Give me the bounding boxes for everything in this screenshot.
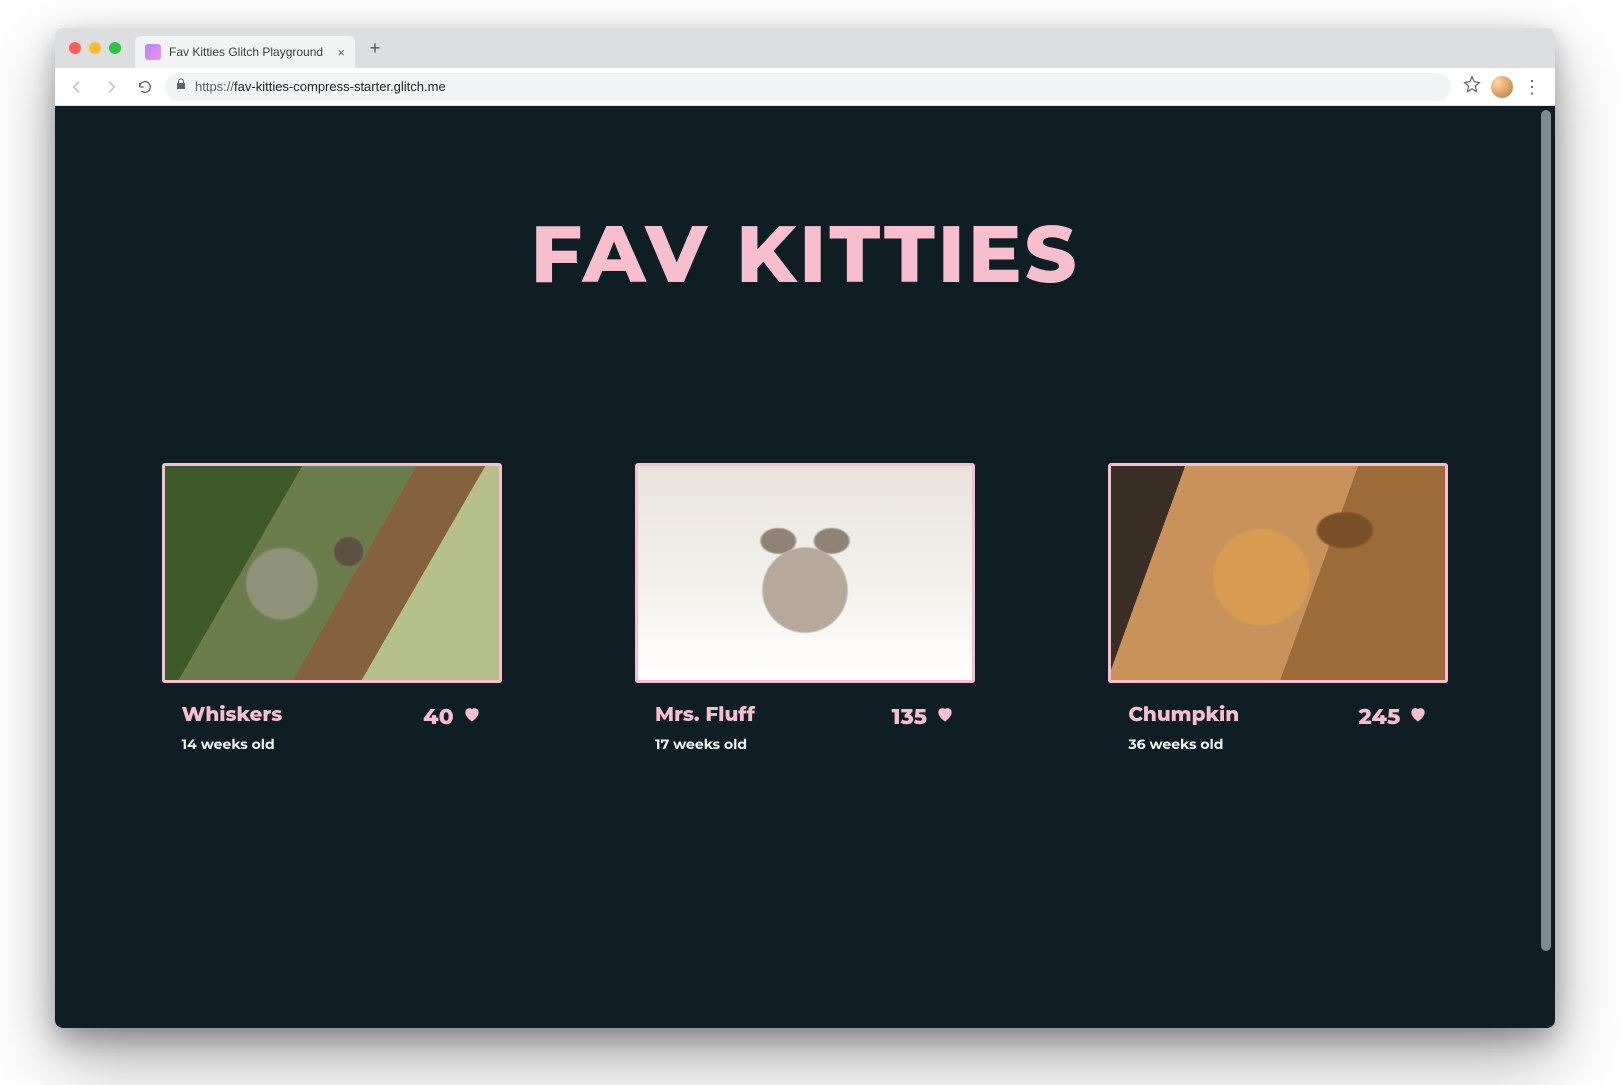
cat-likes[interactable]: 135	[892, 703, 955, 730]
cat-name: Chumpkin	[1128, 703, 1239, 727]
cat-card-footer: Chumpkin 36 weeks old 245	[1108, 703, 1448, 753]
window-maximize-button[interactable]	[109, 42, 121, 54]
heart-icon	[935, 703, 955, 730]
page-viewport: FAV KITTIES Whiskers 14 weeks old 40	[55, 106, 1555, 1028]
arrow-left-icon	[69, 79, 85, 95]
likes-count: 135	[892, 703, 927, 730]
forward-button[interactable]	[97, 73, 125, 101]
window-minimize-button[interactable]	[89, 42, 101, 54]
page-title: FAV KITTIES	[95, 206, 1515, 303]
cat-image	[635, 463, 975, 683]
address-bar[interactable]: https://fav-kitties-compress-starter.gli…	[165, 73, 1451, 101]
cat-image	[162, 463, 502, 683]
cat-meta: Mrs. Fluff 17 weeks old	[655, 703, 755, 753]
cat-cards: Whiskers 14 weeks old 40	[95, 463, 1515, 753]
browser-tab[interactable]: Fav Kitties Glitch Playground ×	[135, 36, 355, 68]
reload-icon	[137, 79, 153, 95]
cat-name: Whiskers	[182, 703, 283, 727]
url-protocol: https://	[195, 79, 234, 94]
scrollbar-track[interactable]	[1539, 110, 1553, 1024]
cat-likes[interactable]: 245	[1358, 703, 1428, 730]
lock-icon	[175, 77, 187, 96]
cat-age: 17 weeks old	[655, 735, 755, 753]
cat-name: Mrs. Fluff	[655, 703, 755, 727]
bookmark-star-icon[interactable]	[1463, 75, 1481, 98]
browser-window: Fav Kitties Glitch Playground × + https:…	[55, 28, 1555, 1028]
scrollbar-thumb[interactable]	[1541, 110, 1551, 951]
arrow-right-icon	[103, 79, 119, 95]
cat-age: 14 weeks old	[182, 735, 283, 753]
url-text: https://fav-kitties-compress-starter.gli…	[195, 79, 446, 94]
back-button[interactable]	[63, 73, 91, 101]
tab-strip: Fav Kitties Glitch Playground × +	[55, 28, 1555, 68]
cat-likes[interactable]: 40	[423, 703, 481, 730]
profile-avatar[interactable]	[1491, 76, 1513, 98]
url-host: fav-kitties-compress-starter.glitch.me	[234, 79, 446, 94]
page-content: FAV KITTIES Whiskers 14 weeks old 40	[55, 106, 1555, 793]
cat-card: Whiskers 14 weeks old 40	[162, 463, 502, 753]
heart-icon	[462, 703, 482, 730]
cat-card: Chumpkin 36 weeks old 245	[1108, 463, 1448, 753]
cat-card-footer: Mrs. Fluff 17 weeks old 135	[635, 703, 975, 753]
browser-toolbar: https://fav-kitties-compress-starter.gli…	[55, 68, 1555, 106]
cat-meta: Whiskers 14 weeks old	[182, 703, 283, 753]
tab-title: Fav Kitties Glitch Playground	[169, 45, 329, 59]
cat-meta: Chumpkin 36 weeks old	[1128, 703, 1239, 753]
likes-count: 245	[1358, 703, 1400, 730]
window-controls	[69, 42, 121, 54]
toolbar-right: ⋮	[1457, 75, 1547, 98]
cat-card-footer: Whiskers 14 weeks old 40	[162, 703, 502, 753]
new-tab-button[interactable]: +	[361, 34, 389, 62]
reload-button[interactable]	[131, 73, 159, 101]
cat-card: Mrs. Fluff 17 weeks old 135	[635, 463, 975, 753]
cat-image	[1108, 463, 1448, 683]
window-close-button[interactable]	[69, 42, 81, 54]
favicon-icon	[145, 44, 161, 60]
tab-close-button[interactable]: ×	[337, 46, 345, 59]
menu-button[interactable]: ⋮	[1523, 78, 1541, 96]
heart-icon	[1408, 703, 1428, 730]
cat-age: 36 weeks old	[1128, 735, 1239, 753]
likes-count: 40	[423, 703, 453, 730]
